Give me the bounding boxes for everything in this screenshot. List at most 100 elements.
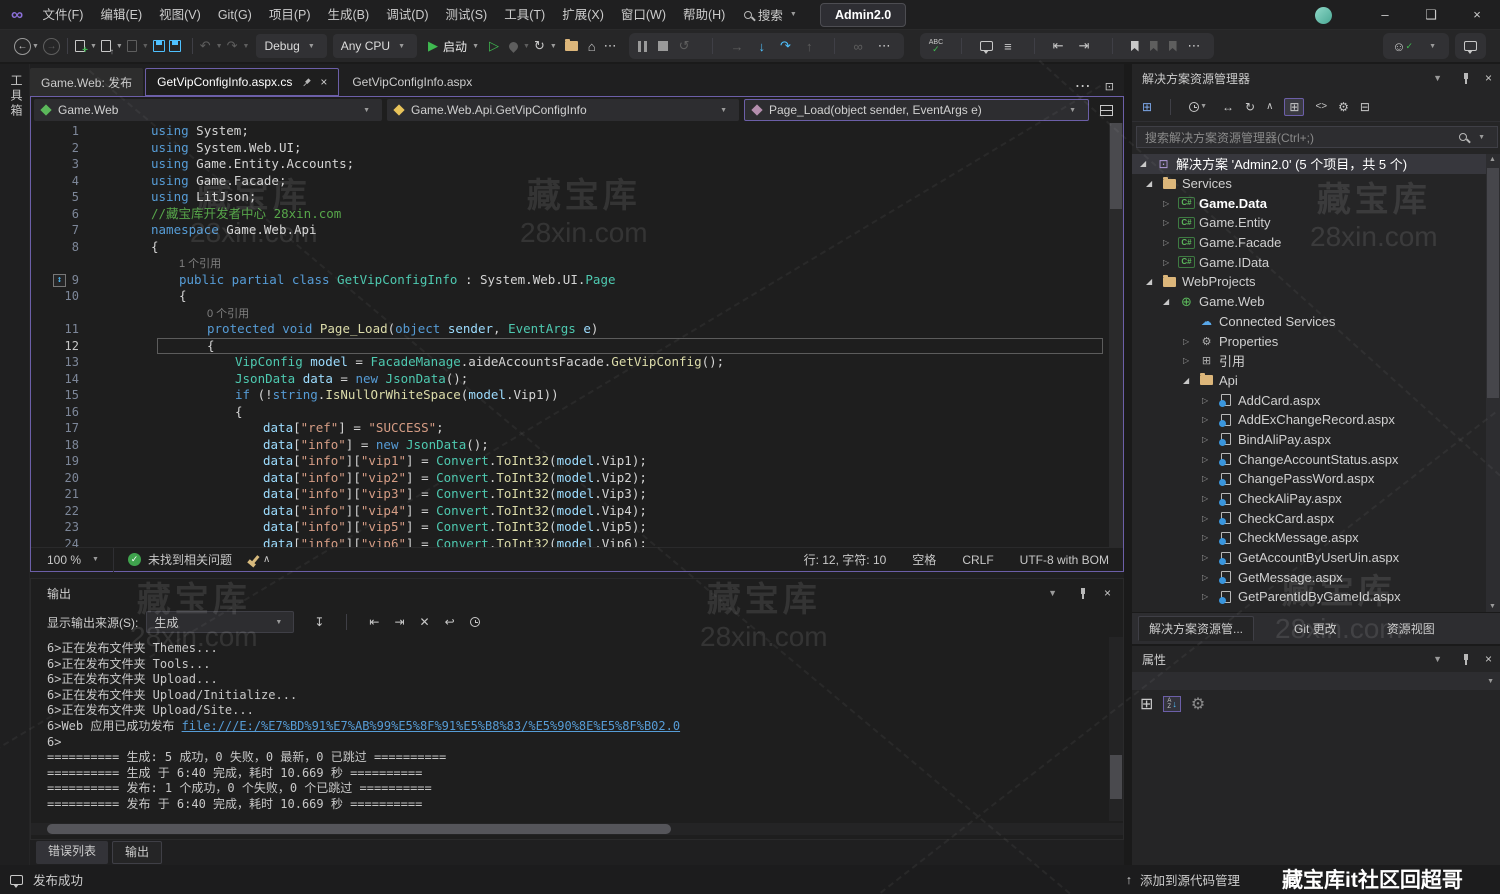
close-icon[interactable]: × bbox=[1104, 586, 1111, 600]
menu-窗口(W)[interactable]: 窗口(W) bbox=[612, 0, 674, 30]
line-annotation-button[interactable]: ≡ bbox=[1004, 39, 1012, 54]
view-code-icon[interactable]: <> bbox=[1315, 101, 1327, 112]
tree-item-BindAliPay.aspx[interactable]: ▷BindAliPay.aspx bbox=[1132, 430, 1488, 450]
code-line-18[interactable]: 18data["info"] = new JsonData(); bbox=[31, 437, 1123, 454]
expand-arrow-icon[interactable]: ▷ bbox=[1163, 238, 1178, 247]
menu-生成(B)[interactable]: 生成(B) bbox=[319, 0, 378, 30]
code-line-19[interactable]: 19data["info"]["vip1"] = Convert.ToInt32… bbox=[31, 453, 1123, 470]
project-dropdown[interactable]: Game.Web ▼ bbox=[34, 99, 382, 121]
jump-to-message-icon[interactable]: ↧ bbox=[314, 615, 324, 629]
send-feedback-button[interactable] bbox=[1464, 41, 1477, 51]
code-line-15[interactable]: 15if (!string.IsNullOrWhiteSpace(model.V… bbox=[31, 387, 1123, 404]
code-line-23[interactable]: 23data["info"]["vip5"] = Convert.ToInt32… bbox=[31, 519, 1123, 536]
tree-item-Game.IData[interactable]: ▷C#Game.IData bbox=[1132, 252, 1488, 272]
close-tab-icon[interactable]: × bbox=[320, 75, 327, 89]
debug-overflow-button[interactable]: ⋯ bbox=[878, 38, 891, 54]
switch-views-icon[interactable]: ⊞ bbox=[1142, 100, 1152, 114]
hot-reload-button[interactable] bbox=[509, 42, 518, 51]
tree-item-Api[interactable]: ◢Api bbox=[1132, 371, 1488, 391]
expand-arrow-icon[interactable]: ▷ bbox=[1202, 435, 1217, 444]
attach-to-process-button[interactable]: ⌂ bbox=[588, 39, 596, 54]
type-dropdown[interactable]: Game.Web.Api.GetVipConfigInfo ▼ bbox=[387, 99, 739, 121]
scrollbar-thumb[interactable] bbox=[1110, 755, 1122, 799]
codelens-row[interactable]: 1 个引用 bbox=[31, 255, 1123, 272]
expand-arrow-icon[interactable]: ▷ bbox=[1202, 514, 1217, 523]
code-line-16[interactable]: 16{ bbox=[31, 404, 1123, 421]
scroll-up-icon[interactable]: ▲ bbox=[1489, 156, 1496, 163]
chevron-down-icon[interactable]: ▼ bbox=[1433, 73, 1442, 83]
pause-button[interactable] bbox=[638, 41, 647, 52]
preview-selected-icon[interactable]: ⊟ bbox=[1360, 100, 1370, 114]
scrollbar-thumb[interactable] bbox=[47, 824, 671, 834]
notification-bubble-icon[interactable] bbox=[10, 875, 23, 885]
undo-button[interactable]: ↶ bbox=[200, 38, 211, 54]
collapse-arrow-icon[interactable]: ◢ bbox=[1163, 297, 1178, 306]
navigate-forward-button[interactable]: → bbox=[43, 38, 60, 55]
inheritance-margin-icon[interactable]: ↕ bbox=[53, 274, 66, 287]
expand-arrow-icon[interactable]: ▷ bbox=[1202, 494, 1217, 503]
tree-item-Game.Data[interactable]: ▷C#Game.Data bbox=[1132, 193, 1488, 213]
titlebar-search[interactable]: 搜索 ▼ bbox=[744, 5, 801, 24]
menu-视图(V)[interactable]: 视图(V) bbox=[151, 0, 210, 30]
minimize-button[interactable]: – bbox=[1362, 0, 1408, 30]
code-cleanup-expand-icon[interactable]: ∧ bbox=[263, 554, 270, 565]
toolbox-tab[interactable]: 工具箱 bbox=[8, 74, 25, 119]
stop-button[interactable] bbox=[658, 41, 668, 51]
tree-vertical-scrollbar[interactable]: ▲ ▼ bbox=[1486, 154, 1500, 612]
code-line-22[interactable]: 22data["info"]["vip4"] = Convert.ToInt32… bbox=[31, 503, 1123, 520]
editor-vertical-scrollbar[interactable] bbox=[1109, 123, 1123, 549]
restart-app-button[interactable]: ↻ bbox=[534, 38, 545, 54]
code-line-4[interactable]: 4using Game.Facade; bbox=[31, 173, 1123, 190]
expand-arrow-icon[interactable]: ▷ bbox=[1163, 258, 1178, 267]
expand-arrow-icon[interactable]: ▷ bbox=[1202, 533, 1217, 542]
tree-item-引用[interactable]: ▷⊞引用 bbox=[1132, 351, 1488, 371]
dock-tab-解决方案资源管...[interactable]: 解决方案资源管... bbox=[1138, 616, 1254, 641]
solution-search-input[interactable]: 搜索解决方案资源管理器(Ctrl+;) ▼ bbox=[1136, 126, 1498, 148]
properties-object-dropdown[interactable]: ▼ bbox=[1132, 672, 1500, 690]
timestamp-icon[interactable] bbox=[470, 617, 480, 627]
code-editor[interactable]: 1using System;2using System.Web.UI;3usin… bbox=[31, 123, 1123, 549]
bottom-tab-错误列表[interactable]: 错误列表 bbox=[36, 841, 108, 864]
close-icon[interactable]: × bbox=[1485, 652, 1492, 666]
pin-icon[interactable] bbox=[1460, 72, 1471, 84]
toolbar-overflow-button[interactable]: ⋯ bbox=[604, 38, 617, 54]
solution-configuration-dropdown[interactable]: Debug▼ bbox=[256, 34, 326, 58]
expand-arrow-icon[interactable]: ▷ bbox=[1202, 455, 1217, 464]
save-button[interactable] bbox=[153, 40, 165, 52]
code-line-14[interactable]: 14JsonData data = new JsonData(); bbox=[31, 371, 1123, 388]
open-file-button[interactable] bbox=[101, 40, 111, 52]
scroll-down-icon[interactable]: ▼ bbox=[1489, 603, 1496, 610]
add-to-source-control-button[interactable]: 添加到源代码管理 bbox=[1140, 870, 1240, 889]
increase-indent-button[interactable]: ⇥ bbox=[1079, 38, 1090, 54]
document-tab-Game.Web: 发布[interactable]: Game.Web: 发布 bbox=[30, 68, 143, 96]
menu-调试(D)[interactable]: 调试(D) bbox=[378, 0, 437, 30]
tree-item-Connected Services[interactable]: ☁Connected Services bbox=[1132, 312, 1488, 332]
code-line-8[interactable]: 8{ bbox=[31, 239, 1123, 256]
menu-帮助(H)[interactable]: 帮助(H) bbox=[674, 0, 733, 30]
live-share-button[interactable]: ☺✓ bbox=[1392, 39, 1413, 54]
code-line-21[interactable]: 21data["info"]["vip3"] = Convert.ToInt32… bbox=[31, 486, 1123, 503]
expand-arrow-icon[interactable]: ▷ bbox=[1202, 553, 1217, 562]
code-line-3[interactable]: 3using Game.Entity.Accounts; bbox=[31, 156, 1123, 173]
pending-changes-filter-icon[interactable]: ▼ bbox=[1189, 102, 1211, 112]
close-icon[interactable]: × bbox=[1485, 71, 1492, 85]
solution-platform-dropdown[interactable]: Any CPU▼ bbox=[333, 34, 417, 58]
user-avatar[interactable] bbox=[1315, 7, 1332, 24]
expand-arrow-icon[interactable]: ▷ bbox=[1183, 337, 1198, 346]
collapse-arrow-icon[interactable]: ◢ bbox=[1146, 277, 1161, 286]
menu-Git(G)[interactable]: Git(G) bbox=[209, 0, 260, 30]
pin-tab-icon[interactable] bbox=[300, 75, 313, 88]
tree-item-AddCard.aspx[interactable]: ▷AddCard.aspx bbox=[1132, 390, 1488, 410]
menu-工具(T)[interactable]: 工具(T) bbox=[496, 0, 554, 30]
code-line-20[interactable]: 20data["info"]["vip2"] = Convert.ToInt32… bbox=[31, 470, 1123, 487]
bottom-tab-输出[interactable]: 输出 bbox=[112, 841, 162, 864]
code-line-13[interactable]: 13VipConfig model = FacadeManage.aideAcc… bbox=[31, 354, 1123, 371]
document-tab-GetVipConfigInfo.aspx.cs[interactable]: GetVipConfigInfo.aspx.cs× bbox=[145, 68, 339, 96]
indent-mode[interactable]: 空格 bbox=[912, 551, 936, 568]
tree-item-GetParentIdByGameId.aspx[interactable]: ▷GetParentIdByGameId.aspx bbox=[1132, 587, 1488, 607]
expand-arrow-icon[interactable]: ▷ bbox=[1202, 592, 1217, 601]
chevron-down-icon[interactable]: ▼ bbox=[1433, 654, 1442, 664]
tab-settings-icon[interactable]: ⊡ bbox=[1105, 80, 1114, 93]
member-dropdown[interactable]: Page_Load(object sender, EventArgs e) ▼ bbox=[744, 99, 1089, 121]
step-out-button[interactable]: ↑ bbox=[806, 39, 813, 54]
